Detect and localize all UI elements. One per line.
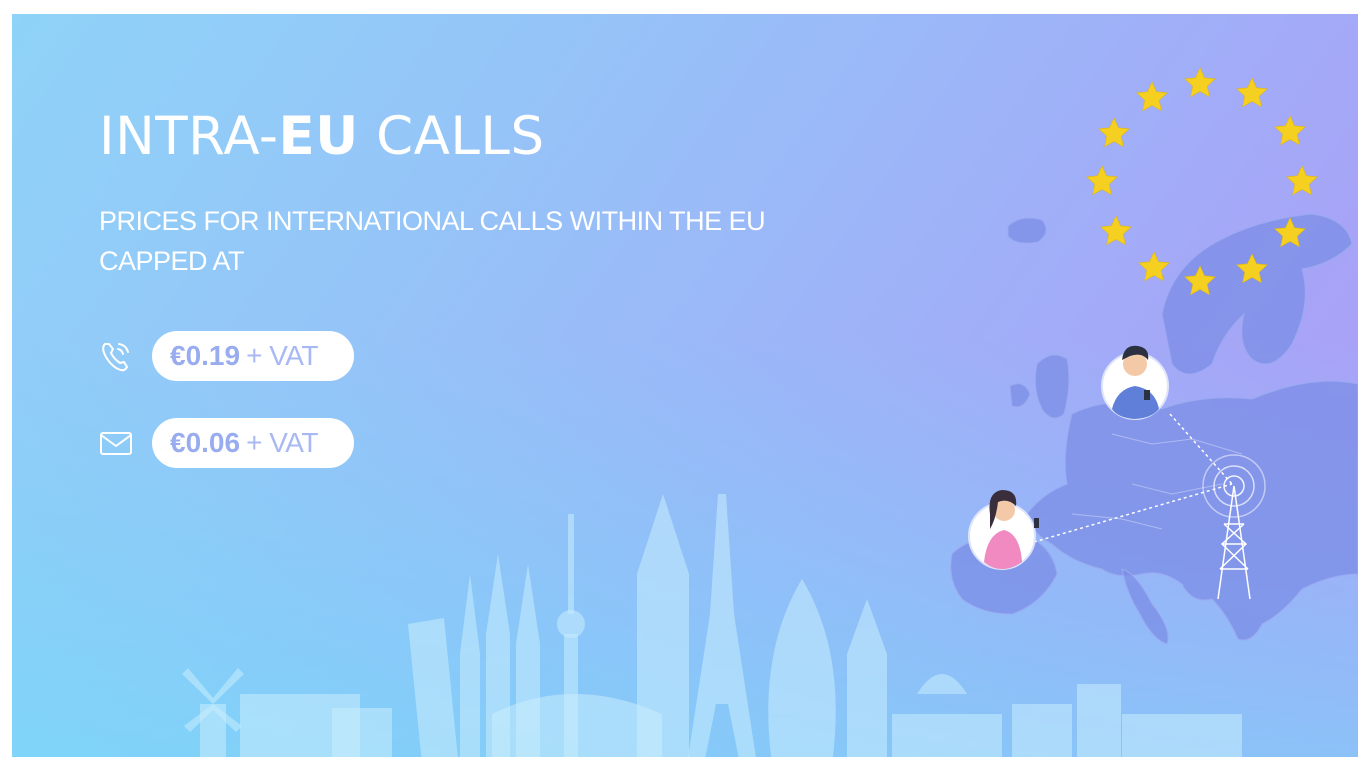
eu-star — [1098, 117, 1130, 148]
banner-subtitle: PRICES FOR INTERNATIONAL CALLS WITHIN TH… — [99, 206, 766, 276]
eu-star — [1086, 165, 1118, 196]
sms-price-badge: €0.06 + VAT — [152, 418, 354, 468]
eu-star — [1274, 115, 1306, 146]
phone-icon — [96, 336, 136, 376]
eu-star — [1286, 165, 1318, 196]
envelope-icon — [96, 423, 136, 463]
woman-avatar — [968, 490, 1039, 570]
sms-price-row: €0.06 + VAT — [96, 418, 354, 468]
eu-star — [1236, 77, 1268, 108]
eu-star — [1184, 67, 1216, 98]
eu-calls-banner: INTRA-EU CALLS PRICES FOR INTERNATIONAL … — [12, 14, 1358, 757]
eu-star — [1136, 81, 1168, 112]
europe-map — [950, 213, 1358, 645]
eu-star — [1100, 215, 1132, 246]
banner-title: INTRA-EU CALLS — [99, 106, 545, 168]
title-suffix: CALLS — [358, 106, 545, 167]
call-price-row: €0.19 + VAT — [96, 331, 354, 381]
title-prefix: INTRA- — [99, 106, 279, 167]
title-emphasis: EU — [278, 106, 359, 167]
sms-price-amount: €0.06 — [170, 427, 241, 458]
eu-star — [1138, 251, 1170, 282]
sms-price-suffix: + VAT — [246, 427, 319, 458]
man-avatar — [1101, 345, 1169, 420]
call-price-amount: €0.19 — [170, 340, 241, 371]
call-price-suffix: + VAT — [246, 340, 319, 371]
call-price-badge: €0.19 + VAT — [152, 331, 354, 381]
